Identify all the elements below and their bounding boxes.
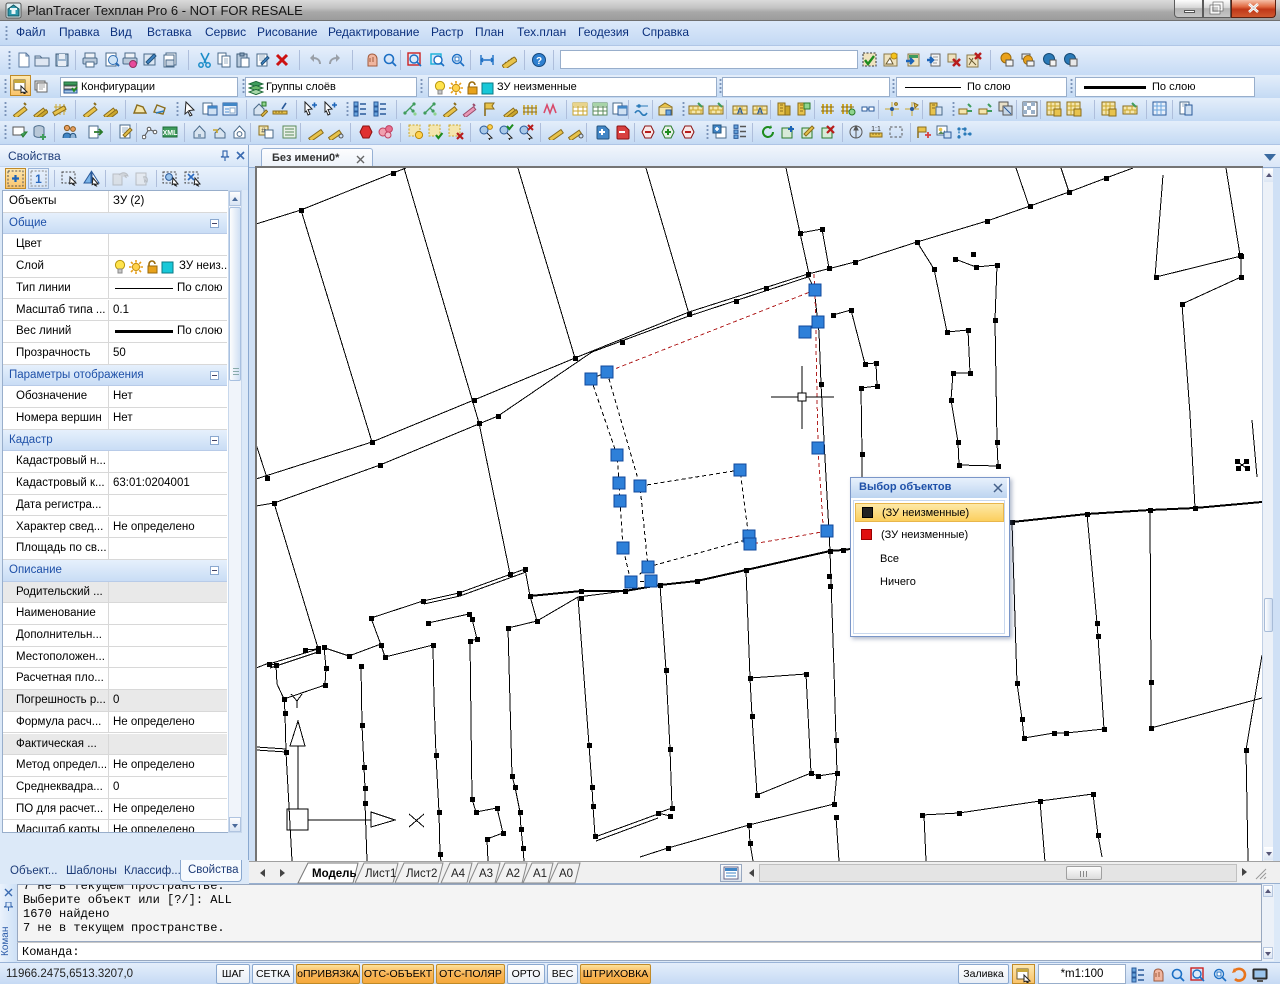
svg-text:1: 1 — [35, 172, 42, 186]
svg-text:A1: A1 — [533, 868, 547, 880]
svg-text:A3: A3 — [479, 868, 493, 880]
svg-text:1:1: 1:1 — [871, 126, 881, 133]
svg-text:A2: A2 — [506, 868, 520, 880]
svg-text:Лист1: Лист1 — [365, 868, 396, 880]
svg-text:A: A — [757, 106, 764, 116]
svg-text:Модель: Модель — [312, 868, 357, 880]
svg-text:A0: A0 — [559, 868, 573, 880]
svg-text:?: ? — [536, 56, 542, 67]
svg-text:XML: XML — [163, 130, 178, 137]
svg-text:Лист2: Лист2 — [406, 868, 437, 880]
svg-text:A4: A4 — [451, 868, 466, 880]
svg-text:A: A — [737, 106, 744, 116]
